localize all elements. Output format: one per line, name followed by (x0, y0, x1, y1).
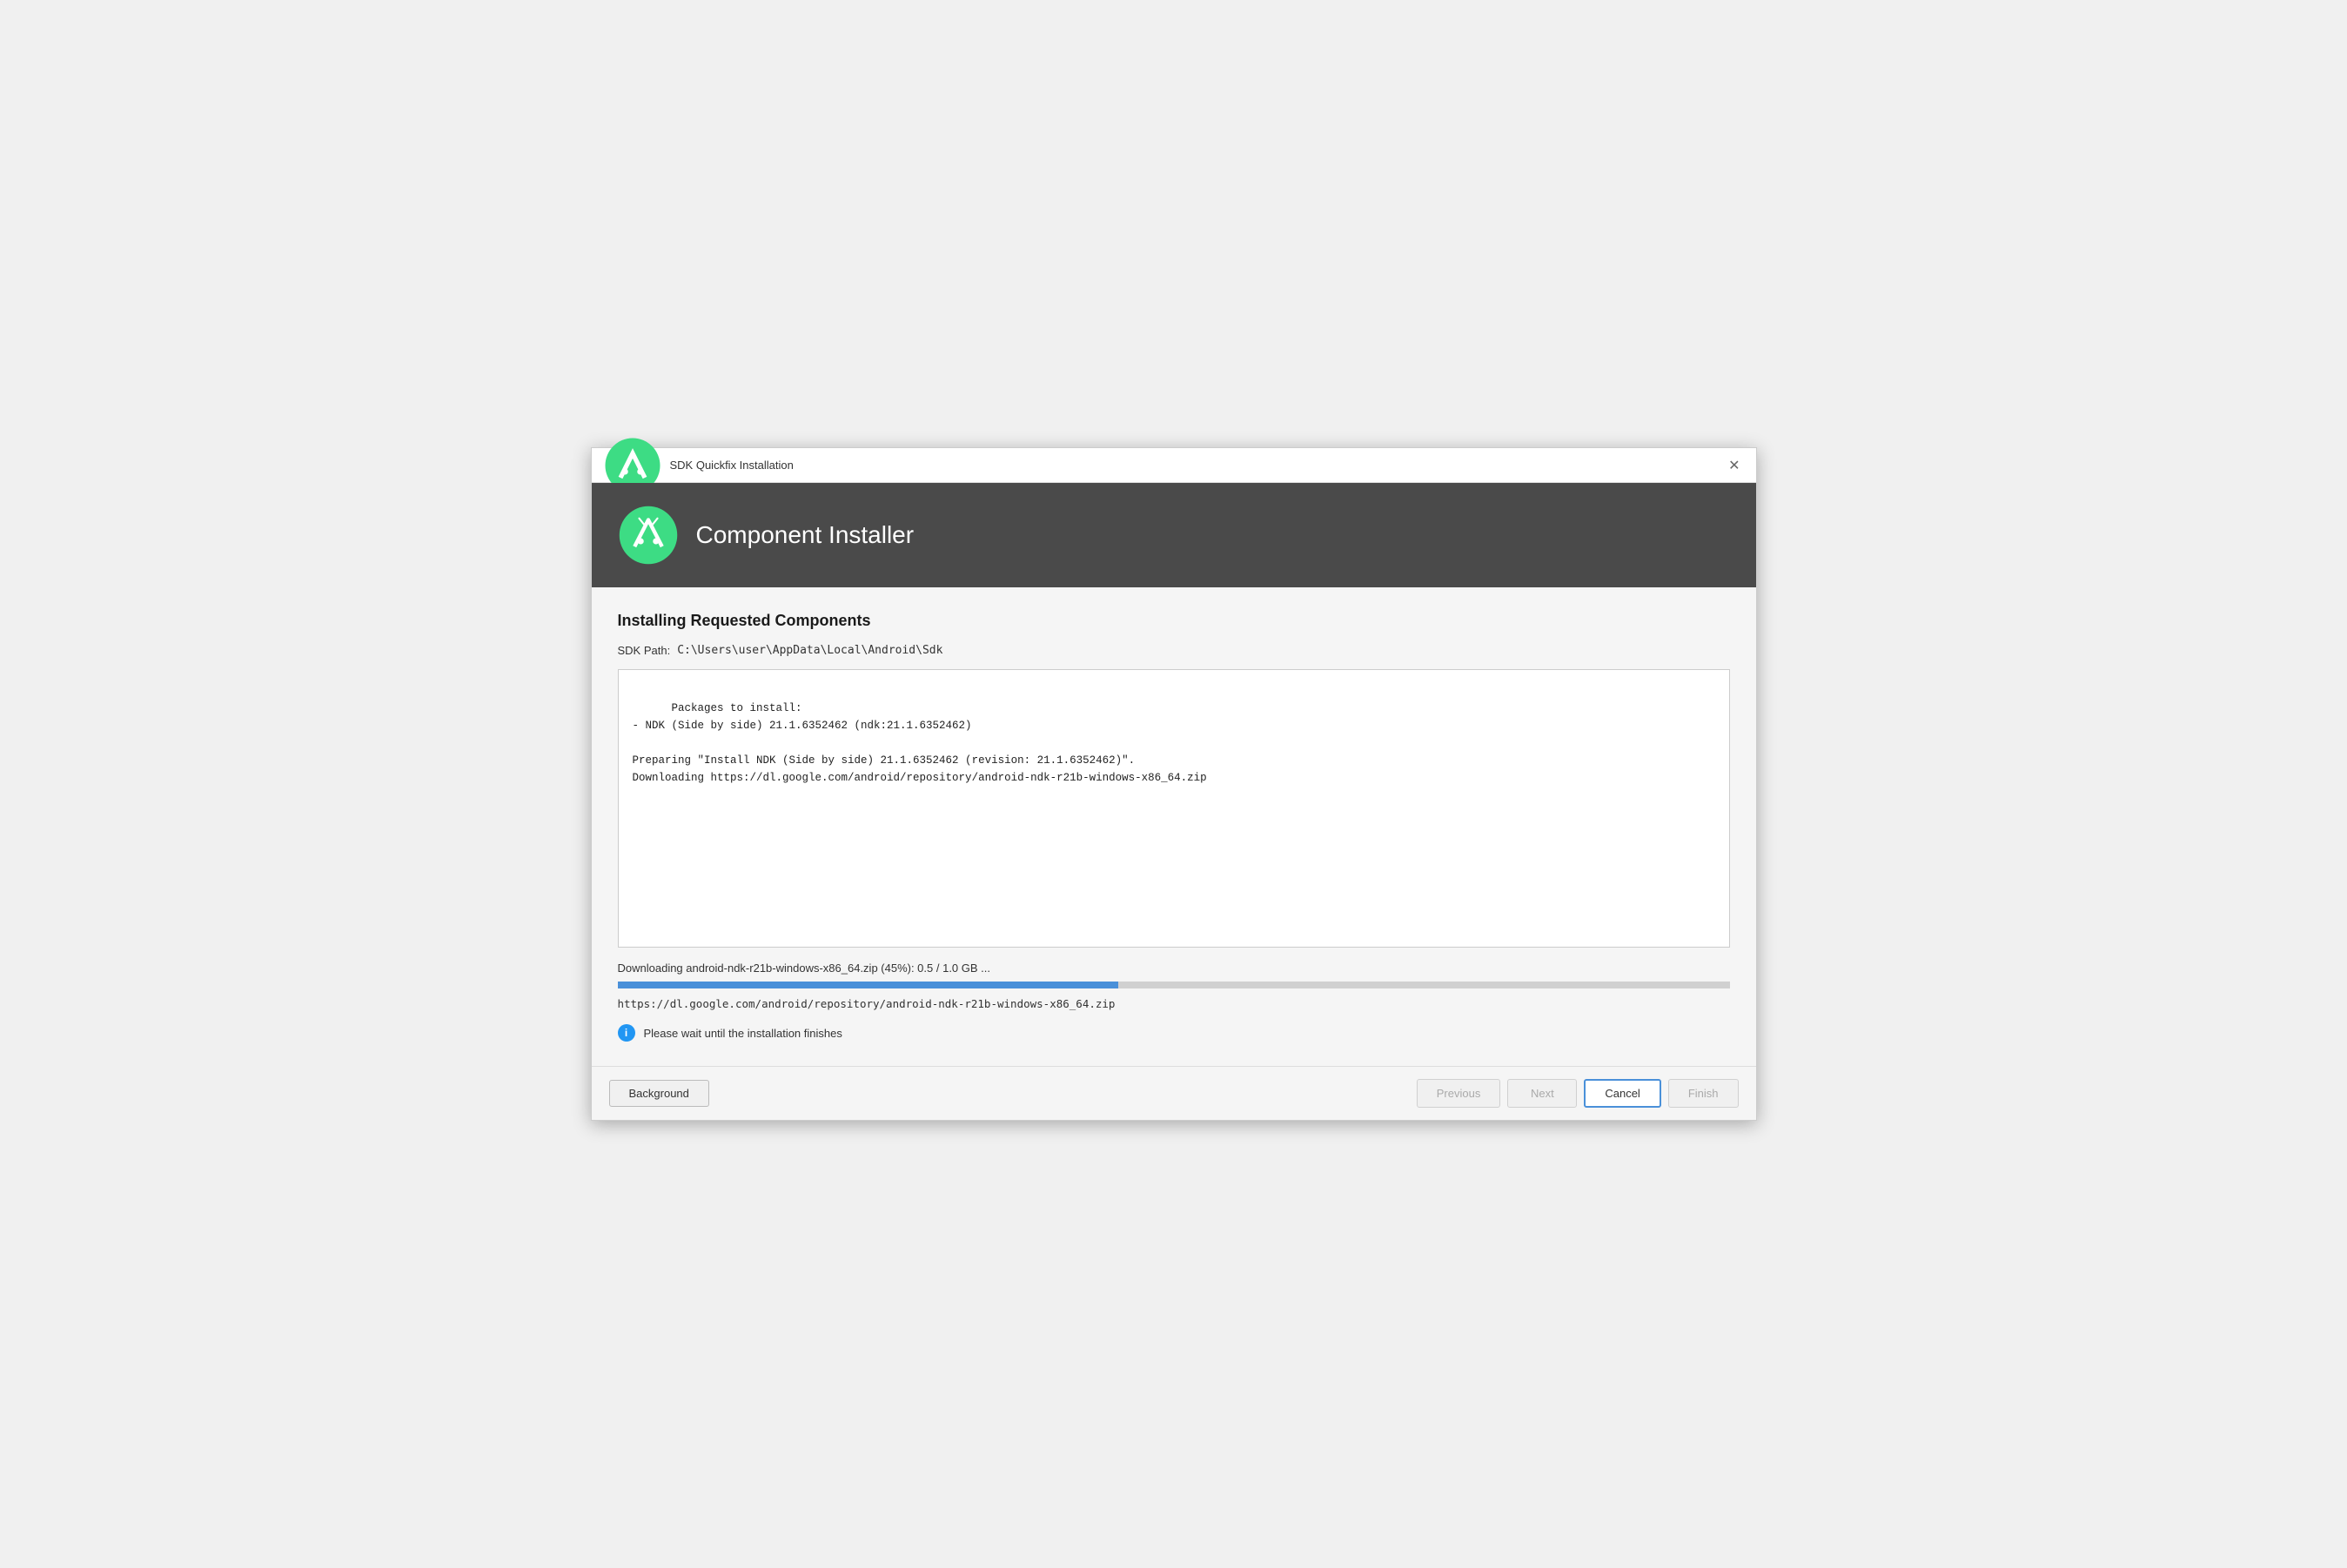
sdk-path-value: C:\Users\user\AppData\Local\Android\Sdk (677, 644, 942, 657)
main-window: SDK Quickfix Installation ✕ Component In… (591, 447, 1757, 1121)
footer-left: Background (609, 1080, 709, 1107)
window-title: SDK Quickfix Installation (670, 459, 794, 472)
header-banner: Component Installer (592, 483, 1756, 587)
info-row: i Please wait until the installation fin… (618, 1024, 1730, 1042)
android-logo-icon (618, 505, 679, 566)
background-button[interactable]: Background (609, 1080, 709, 1107)
cancel-button[interactable]: Cancel (1584, 1079, 1660, 1108)
sdk-path-label: SDK Path: (618, 644, 671, 657)
footer: Background Previous Next Cancel Finish (592, 1066, 1756, 1120)
content-area: Installing Requested Components SDK Path… (592, 587, 1756, 1066)
header-title: Component Installer (696, 521, 915, 549)
info-message: Please wait until the installation finis… (644, 1027, 842, 1040)
sdk-path-row: SDK Path: C:\Users\user\AppData\Local\An… (618, 644, 1730, 657)
title-bar: SDK Quickfix Installation ✕ (592, 448, 1756, 483)
log-output: Packages to install: - NDK (Side by side… (618, 669, 1730, 948)
section-title: Installing Requested Components (618, 612, 1730, 630)
download-status: Downloading android-ndk-r21b-windows-x86… (618, 962, 1730, 975)
progress-bar-fill (618, 982, 1118, 988)
previous-button[interactable]: Previous (1417, 1079, 1501, 1108)
info-icon: i (618, 1024, 635, 1042)
download-url: https://dl.google.com/android/repository… (618, 997, 1730, 1010)
close-button[interactable]: ✕ (1723, 455, 1745, 476)
footer-right: Previous Next Cancel Finish (1417, 1079, 1739, 1108)
progress-bar-container (618, 982, 1730, 988)
finish-button[interactable]: Finish (1668, 1079, 1739, 1108)
next-button[interactable]: Next (1507, 1079, 1577, 1108)
